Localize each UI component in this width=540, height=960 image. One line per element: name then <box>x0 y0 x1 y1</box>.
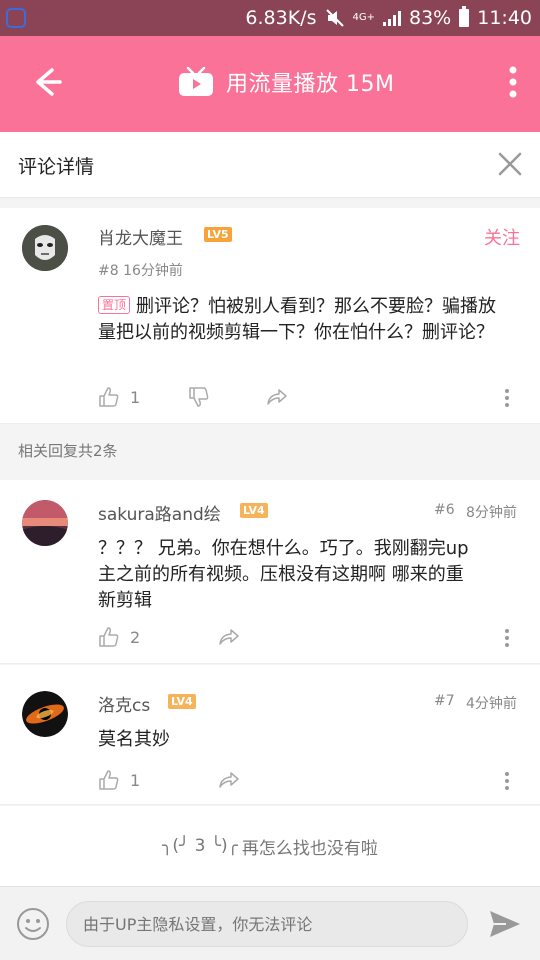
avatar[interactable] <box>22 225 68 271</box>
like-count: 2 <box>130 627 141 647</box>
emoji-icon[interactable] <box>16 907 50 941</box>
more-options-icon[interactable] <box>504 628 510 648</box>
battery-percent: 83% <box>409 7 452 29</box>
username[interactable]: sakura路and绘 <box>98 500 221 525</box>
like-button[interactable]: 2 <box>98 626 140 648</box>
comment-detail-header: 评论详情 <box>0 132 540 198</box>
signal-icon <box>383 11 401 26</box>
more-options-icon[interactable] <box>504 388 510 408</box>
video-top-bar: 用流量播放 15M <box>0 36 540 132</box>
back-arrow-icon[interactable] <box>26 62 66 102</box>
reply-text: 莫名其妙 <box>98 729 170 750</box>
reply-time: 4分钟前 <box>466 696 517 712</box>
send-icon[interactable] <box>488 909 522 939</box>
avatar[interactable] <box>22 500 68 546</box>
share-icon[interactable] <box>218 626 240 648</box>
comment-composer <box>0 886 540 960</box>
username[interactable]: 洛克cs <box>98 691 150 716</box>
main-comment: 肖龙大魔王 LV5 关注 #8 16分钟前 置顶 删评论？怕被别人看到？那么不要脸… <box>0 208 540 424</box>
more-vertical-icon[interactable] <box>508 64 518 100</box>
avatar[interactable] <box>22 691 68 737</box>
like-button[interactable]: 1 <box>98 386 140 408</box>
thumbs-down-icon[interactable] <box>188 386 210 408</box>
mute-icon <box>325 9 344 27</box>
tv-icon <box>179 67 213 96</box>
clock: 11:40 <box>477 7 532 29</box>
like-count: 1 <box>130 387 141 407</box>
play-title: 用流量播放 15M <box>226 72 395 97</box>
avatar-image <box>22 500 68 546</box>
like-count: 1 <box>130 770 141 790</box>
comment-meta: #8 16分钟前 <box>98 263 183 279</box>
end-text: 再怎么找也没有啦 <box>241 838 378 859</box>
username[interactable]: 肖龙大魔王 <box>98 224 183 249</box>
avatar-image <box>22 691 68 737</box>
app-notification-icon <box>6 8 26 28</box>
reply-item: 洛克cs LV4 #7 4分钟前 莫名其妙 1 <box>0 665 540 805</box>
battery-icon <box>459 6 470 27</box>
comment-text: 置顶 删评论？怕被别人看到？那么不要脸？骗播放量把以前的视频剪辑一下？你在怕什么？… <box>98 294 498 346</box>
pinned-badge: 置顶 <box>98 296 131 314</box>
more-options-icon[interactable] <box>504 771 510 791</box>
reply-item: sakura路and绘 LV4 #6 8分钟前 ？？？ 兄弟。你在想什么。巧了。… <box>0 480 540 664</box>
status-bar: 6.83K/s 4G+ 83% 11:40 <box>0 0 540 36</box>
like-button[interactable]: 1 <box>98 769 140 791</box>
play-with-data-button[interactable]: 用流量播放 15M <box>178 62 394 102</box>
reply-text: ？？？ 兄弟。你在想什么。巧了。我刚翻完up主之前的所有视频。压根没有这期啊 哪… <box>98 538 469 611</box>
page-title: 评论详情 <box>18 156 95 178</box>
floor-number: #7 <box>434 693 455 709</box>
network-type: 4G+ <box>352 12 376 23</box>
thumbs-up-icon <box>99 387 119 407</box>
floor-number: #6 <box>434 502 455 518</box>
level-badge: LV4 <box>240 503 268 518</box>
replies-count-label: 相关回复共2条 <box>18 442 118 460</box>
end-face: ╮(╯ 3 ╰)╭ <box>162 836 238 856</box>
close-icon[interactable] <box>496 150 524 178</box>
level-badge: LV5 <box>204 227 232 242</box>
end-of-list: ╮(╯ 3 ╰)╭ 再怎么找也没有啦 <box>0 806 540 886</box>
comment-input[interactable] <box>66 901 468 947</box>
avatar-image <box>22 225 68 271</box>
thumbs-up-icon <box>99 770 119 790</box>
share-icon[interactable] <box>218 769 240 791</box>
follow-button[interactable]: 关注 <box>484 224 520 250</box>
thumbs-up-icon <box>99 627 119 647</box>
level-badge: LV4 <box>168 694 196 709</box>
share-icon[interactable] <box>266 386 288 408</box>
reply-time: 8分钟前 <box>466 505 517 521</box>
comment-body: 删评论？怕被别人看到？那么不要脸？骗播放量把以前的视频剪辑一下？你在怕什么？删评… <box>98 296 497 343</box>
network-speed: 6.83K/s <box>245 7 317 29</box>
